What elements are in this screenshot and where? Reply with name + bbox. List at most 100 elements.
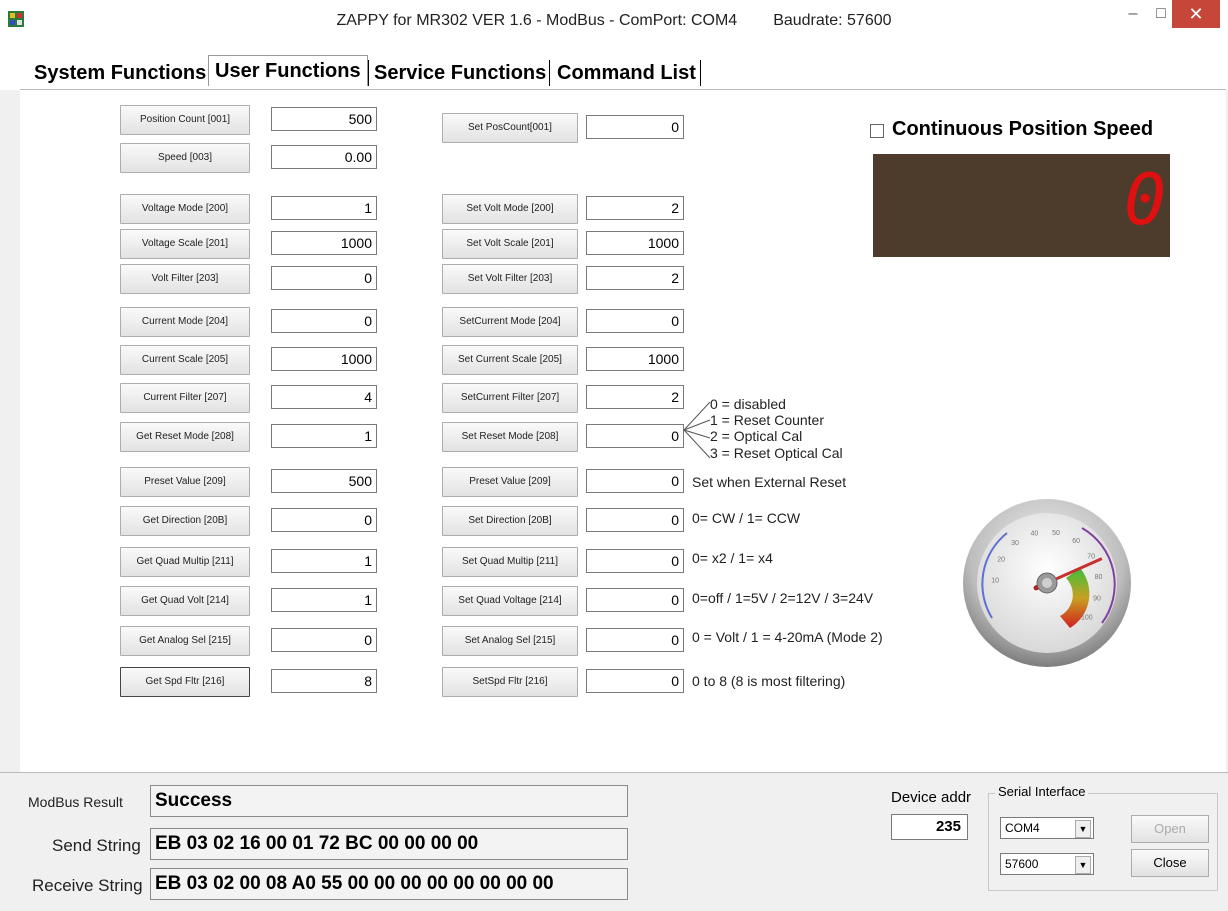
get-button-current-mode-204[interactable]: Current Mode [204] [120,307,250,337]
get-button-get-direction-20b[interactable]: Get Direction [20B] [120,506,250,536]
window-title: ZAPPY for MR302 VER 1.6 - ModBus - ComPo… [0,0,1228,40]
set-button-set-direction-20b[interactable]: Set Direction [20B] [442,506,578,536]
get-value-get-analog-sel-215[interactable]: 0 [271,628,377,652]
get-value-get-quad-multip-211[interactable]: 1 [271,549,377,573]
get-button-current-scale-205[interactable]: Current Scale [205] [120,345,250,375]
set-value-set-quad-voltage-214[interactable]: 0 [586,588,684,612]
continuous-label: Continuous Position Speed [892,118,1154,140]
get-value-preset-value-209[interactable]: 500 [271,469,377,493]
reset-mode-note-0: 0 = disabled [710,396,786,412]
get-value-get-quad-volt-214[interactable]: 1 [271,588,377,612]
gauge-tick-label: 70 [1087,553,1095,560]
tab-user-functions[interactable]: User Functions [208,55,368,86]
set-button-setspd-fltr-216[interactable]: SetSpd Fltr [216] [442,667,578,697]
modbus-result-field: Success [150,785,628,817]
chevron-down-icon[interactable]: ▼ [1075,820,1091,838]
get-value-current-mode-204[interactable]: 0 [271,309,377,333]
set-button-set-volt-mode-200[interactable]: Set Volt Mode [200] [442,194,578,224]
set-value-set-reset-mode-208[interactable]: 0 [586,424,684,448]
set-value-set-direction-20b[interactable]: 0 [586,508,684,532]
send-string-field: EB 03 02 16 00 01 72 BC 00 00 00 00 [150,828,628,860]
tab-command-list[interactable]: Command List [553,58,700,88]
get-value-current-scale-205[interactable]: 1000 [271,347,377,371]
get-button-position-count-001[interactable]: Position Count [001] [120,105,250,135]
gauge-tick-label: 50 [1052,530,1060,537]
baudrate-text: Baudrate: 57600 [773,12,892,29]
set-button-setcurrent-filter-207[interactable]: SetCurrent Filter [207] [442,383,578,413]
set-value-preset-value-209[interactable]: 0 [586,469,684,493]
tab-separator [700,60,701,86]
close-window-button[interactable]: ✕ [1172,0,1220,28]
open-button[interactable]: Open [1131,815,1209,843]
get-value-current-filter-207[interactable]: 4 [271,385,377,409]
set-button-set-volt-scale-201[interactable]: Set Volt Scale [201] [442,229,578,259]
get-value-voltage-mode-200[interactable]: 1 [271,196,377,220]
set-value-set-quad-multip-211[interactable]: 0 [586,549,684,573]
get-button-get-quad-multip-211[interactable]: Get Quad Multip [211] [120,547,250,577]
modbus-result-label: ModBus Result [28,794,123,810]
chevron-down-icon[interactable]: ▼ [1075,856,1091,874]
gauge-tick-label: 10 [991,577,999,584]
device-addr-field[interactable]: 235 [891,814,968,840]
quad-voltage-note: 0=off / 1=5V / 2=12V / 3=24V [692,590,874,606]
get-value-position-count-001[interactable]: 500 [271,107,377,131]
port-select[interactable]: COM4 ▼ [1000,817,1094,839]
baud-select[interactable]: 57600 ▼ [1000,853,1094,875]
get-button-volt-filter-203[interactable]: Volt Filter [203] [120,264,250,294]
reset-mode-note-1: 1 = Reset Counter [710,412,825,428]
get-value-speed-003[interactable]: 0.00 [271,145,377,169]
gauge-tick-label: 30 [1011,540,1019,547]
set-value-set-poscount-001[interactable]: 0 [586,115,684,139]
get-button-get-reset-mode-208[interactable]: Get Reset Mode [208] [120,422,250,452]
set-value-set-current-scale-205[interactable]: 1000 [586,347,684,371]
get-value-get-reset-mode-208[interactable]: 1 [271,424,377,448]
set-button-set-current-scale-205[interactable]: Set Current Scale [205] [442,345,578,375]
set-button-set-analog-sel-215[interactable]: Set Analog Sel [215] [442,626,578,656]
send-string-label: Send String [52,836,141,855]
tab-service-functions[interactable]: Service Functions [370,58,550,88]
get-value-volt-filter-203[interactable]: 0 [271,266,377,290]
set-value-set-analog-sel-215[interactable]: 0 [586,628,684,652]
gauge-tick-label: 40 [1031,531,1039,538]
display-digit: 0 [1124,159,1167,241]
get-button-voltage-mode-200[interactable]: Voltage Mode [200] [120,194,250,224]
set-button-set-volt-filter-203[interactable]: Set Volt Filter [203] [442,264,578,294]
device-addr-label: Device addr [891,789,972,806]
set-value-setcurrent-mode-204[interactable]: 0 [586,309,684,333]
set-value-set-volt-mode-200[interactable]: 2 [586,196,684,220]
set-button-set-quad-voltage-214[interactable]: Set Quad Voltage [214] [442,586,578,616]
minimize-button[interactable]: – [1118,0,1148,28]
tab-system-functions[interactable]: System Functions [30,58,210,88]
reset-mode-bracket [683,401,711,459]
set-value-set-volt-filter-203[interactable]: 2 [586,266,684,290]
serial-interface-legend: Serial Interface [995,784,1089,799]
set-button-preset-value-209[interactable]: Preset Value [209] [442,467,578,497]
get-value-get-direction-20b[interactable]: 0 [271,508,377,532]
reset-mode-note-3: 3 = Reset Optical Cal [710,445,843,461]
get-button-get-spd-fltr-216[interactable]: Get Spd Fltr [216] [120,667,250,697]
gauge-tick-label: 20 [997,557,1005,564]
get-button-voltage-scale-201[interactable]: Voltage Scale [201] [120,229,250,259]
spd-fltr-note: 0 to 8 (8 is most filtering) [692,673,846,689]
quad-multip-note: 0= x2 / 1= x4 [692,550,773,566]
tab-separator [549,60,550,86]
continuous-checkbox[interactable] [870,124,884,138]
close-port-button[interactable]: Close [1131,849,1209,877]
get-button-get-analog-sel-215[interactable]: Get Analog Sel [215] [120,626,250,656]
tab-separator [368,60,369,86]
set-button-setcurrent-mode-204[interactable]: SetCurrent Mode [204] [442,307,578,337]
get-button-get-quad-volt-214[interactable]: Get Quad Volt [214] [120,586,250,616]
set-button-set-poscount-001[interactable]: Set PosCount[001] [442,113,578,143]
set-value-set-volt-scale-201[interactable]: 1000 [586,231,684,255]
get-button-speed-003[interactable]: Speed [003] [120,143,250,173]
set-value-setspd-fltr-216[interactable]: 0 [586,669,684,693]
set-value-setcurrent-filter-207[interactable]: 2 [586,385,684,409]
gauge-tick-label: 60 [1072,538,1080,545]
get-value-voltage-scale-201[interactable]: 1000 [271,231,377,255]
gauge-tick-label: 90 [1093,595,1101,602]
get-button-preset-value-209[interactable]: Preset Value [209] [120,467,250,497]
get-value-get-spd-fltr-216[interactable]: 8 [271,669,377,693]
get-button-current-filter-207[interactable]: Current Filter [207] [120,383,250,413]
set-button-set-reset-mode-208[interactable]: Set Reset Mode [208] [442,422,578,452]
set-button-set-quad-multip-211[interactable]: Set Quad Multip [211] [442,547,578,577]
